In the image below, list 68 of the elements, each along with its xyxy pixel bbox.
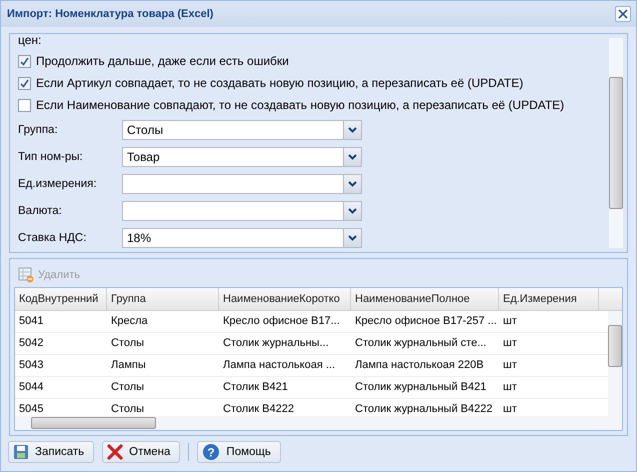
chevron-down-icon: [348, 154, 357, 160]
checkbox[interactable]: [18, 98, 31, 112]
table-cell-text: Кресла: [110, 314, 149, 329]
dropdown-field[interactable]: [122, 200, 362, 220]
help-icon: ?: [202, 443, 220, 461]
table-cell-text: шт: [502, 358, 518, 373]
vertical-scrollbar[interactable]: [609, 38, 623, 248]
table-cell-text: шт: [502, 314, 518, 329]
table-cell-text: Столик В421: [222, 380, 289, 395]
table-cell-text: Лампа настолькоая ...: [222, 358, 336, 373]
column-header[interactable]: Ед.Измерения: [499, 288, 599, 310]
field-label: Тип ном-ры:: [18, 150, 84, 162]
checkbox-label: Продолжить дальше, даже если есть ошибки: [36, 54, 289, 68]
table-cell-text: 5043: [18, 358, 44, 373]
dropdown-field[interactable]: [122, 174, 362, 194]
horizontal-scrollbar[interactable]: [15, 416, 622, 430]
table-delete-icon: [18, 267, 34, 283]
table-cell-text: Кресло офисное B17...: [222, 314, 341, 329]
dropdown-trigger[interactable]: [343, 148, 361, 166]
table-cell-text: Столик журнальный сте...: [354, 336, 488, 351]
table-cell-text: 5044: [18, 380, 44, 395]
table-cell-text: Кресло офисное B17-257 ...: [354, 314, 498, 329]
chevron-down-icon: [348, 208, 357, 214]
dropdown-trigger[interactable]: [343, 120, 361, 138]
checkbox[interactable]: [18, 76, 31, 90]
vertical-scrollbar[interactable]: [608, 311, 622, 416]
chevron-down-icon: [348, 180, 357, 186]
field-label: Ед.измерения:: [18, 178, 98, 190]
table-cell-text: 5045: [18, 402, 44, 416]
dropdown-trigger[interactable]: [343, 228, 361, 246]
table-cell-text: шт: [502, 380, 518, 395]
dropdown-field[interactable]: Столы: [122, 120, 362, 140]
checkbox-label: Если Наименование совпадают, то не создавать новую позицию, а перезаписать её (UPDATE): [36, 98, 564, 112]
dropdown-field[interactable]: 18%: [122, 228, 362, 248]
field-label: Ставка НДС:: [18, 232, 88, 244]
table-cell-text: Столик В4222: [222, 402, 295, 416]
column-header[interactable]: КодВнутренний: [15, 288, 107, 310]
table-cell-text: Столик журнальны...: [222, 336, 330, 351]
table-cell-text: шт: [502, 402, 518, 416]
cross-icon: [107, 444, 124, 460]
footer-button[interactable]: Записать: [8, 441, 94, 463]
table-cell-text: 5042: [18, 336, 44, 351]
chevron-down-icon: [348, 234, 357, 240]
field-label: Валюта:: [18, 204, 63, 216]
checkbox[interactable]: [18, 54, 31, 68]
column-header[interactable]: Группа: [107, 288, 219, 310]
table-cell-text: Лампы: [110, 358, 147, 373]
dropdown-trigger[interactable]: [343, 174, 361, 192]
table-cell-text: Столик журнальный В4222: [354, 402, 494, 416]
close-button[interactable]: [615, 6, 631, 22]
table-cell-text: 5041: [18, 314, 44, 329]
table-cell-text: шт: [502, 336, 518, 351]
table-cell-text: Столы: [110, 336, 146, 351]
chevron-down-icon: [348, 126, 357, 132]
column-header[interactable]: НаименованиеПолное: [351, 288, 499, 310]
table-cell-text: Столик журнальный В421: [354, 380, 488, 395]
footer-button[interactable]: ? Помощь: [197, 441, 281, 463]
field-label: Группа:: [18, 124, 59, 136]
table-cell-text: Столы: [110, 380, 146, 395]
table-cell-text: Столы: [110, 402, 146, 416]
checkbox-label: Если Артикул совпадает, то не создавать новую позицию, а перезаписать её (UPDATE): [36, 76, 524, 90]
column-header[interactable]: НаименованиеКоротко: [219, 288, 351, 310]
footer-button[interactable]: Отмена: [102, 441, 180, 463]
dropdown-field[interactable]: Товар: [122, 146, 362, 166]
window-title: Импорт: Номенклатура товара (Excel): [7, 8, 214, 20]
dropdown-trigger[interactable]: [343, 202, 361, 220]
cut-text: цен:: [18, 34, 42, 49]
table-cell-text: Лампа настолькоая 220В: [354, 358, 485, 373]
